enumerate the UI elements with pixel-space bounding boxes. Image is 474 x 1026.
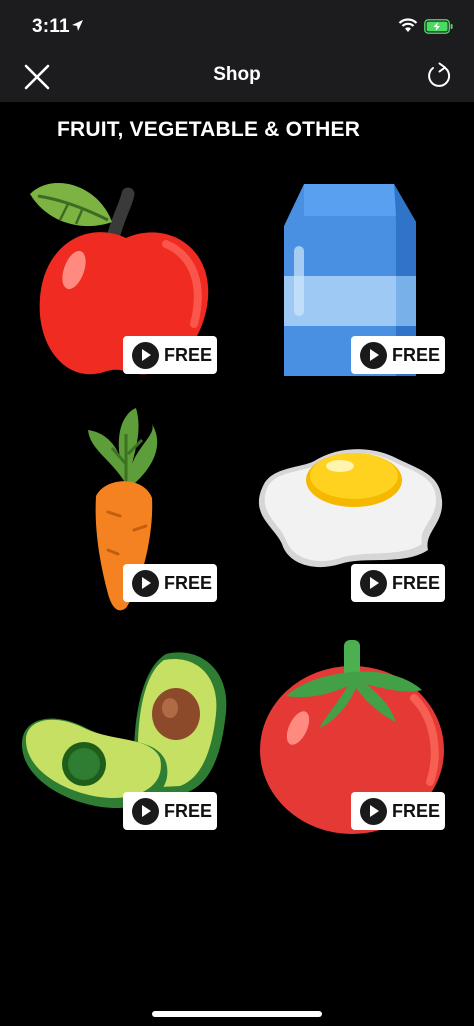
shop-item-milk[interactable]: FREE bbox=[244, 176, 464, 386]
play-icon bbox=[360, 341, 387, 369]
play-icon bbox=[360, 797, 387, 825]
free-badge[interactable]: FREE bbox=[123, 564, 217, 602]
page-title: Shop bbox=[213, 64, 261, 85]
shop-item-egg[interactable]: FREE bbox=[244, 404, 464, 614]
free-label: FREE bbox=[164, 800, 213, 821]
free-badge[interactable]: FREE bbox=[351, 792, 445, 830]
free-badge[interactable]: FREE bbox=[123, 336, 217, 374]
shop-item-apple[interactable]: FREE bbox=[16, 176, 236, 386]
refresh-icon[interactable] bbox=[423, 60, 455, 92]
free-badge[interactable]: FREE bbox=[351, 336, 445, 374]
wifi-icon bbox=[398, 18, 418, 32]
free-label: FREE bbox=[392, 800, 441, 821]
free-label: FREE bbox=[392, 572, 441, 593]
free-badge[interactable]: FREE bbox=[123, 792, 217, 830]
section-title: FRUIT, VEGETABLE & OTHER bbox=[57, 118, 361, 141]
shop-item-tomato[interactable]: FREE bbox=[244, 632, 464, 842]
free-badge[interactable]: FREE bbox=[351, 564, 445, 602]
play-icon bbox=[360, 569, 387, 597]
free-label: FREE bbox=[392, 344, 441, 365]
shop-item-carrot[interactable]: FREE bbox=[16, 404, 236, 614]
battery-charging-icon bbox=[424, 19, 453, 34]
shop-item-avocado[interactable]: FREE bbox=[16, 632, 236, 842]
status-time: 3:11 bbox=[32, 16, 70, 37]
home-indicator bbox=[152, 1011, 322, 1017]
location-arrow-icon bbox=[72, 20, 83, 31]
play-icon bbox=[132, 797, 159, 825]
play-icon bbox=[132, 341, 159, 369]
free-label: FREE bbox=[164, 572, 213, 593]
free-label: FREE bbox=[164, 344, 213, 365]
play-icon bbox=[132, 569, 159, 597]
